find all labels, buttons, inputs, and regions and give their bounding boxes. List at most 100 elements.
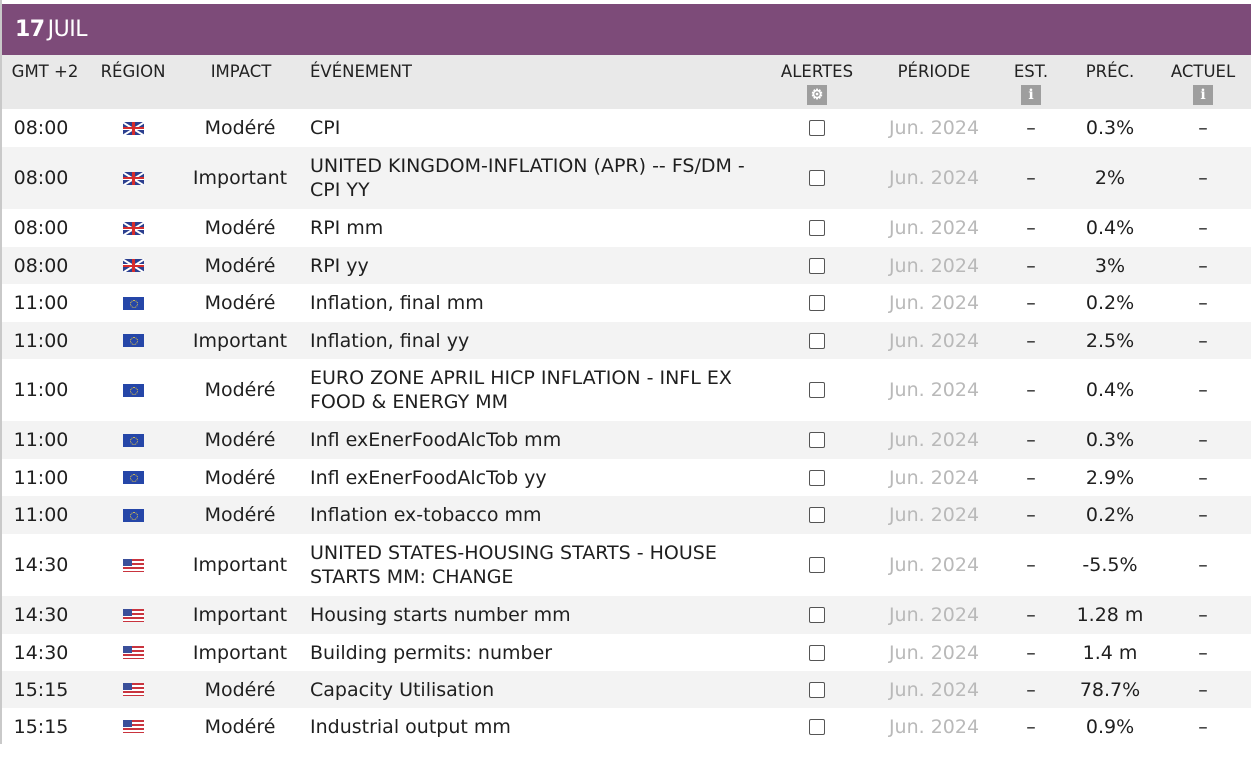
table-row[interactable]: 11:00 Modéré EURO ZONE APRIL HICP INFLATIO… [2,359,1251,421]
us-flag-icon [122,558,144,572]
alert-checkbox[interactable] [809,295,825,311]
region-cell [118,496,148,534]
table-row[interactable]: 08:00 Modéré RPI yy Jun. 2024 – 3% – [2,247,1251,284]
alert-checkbox[interactable] [809,120,825,136]
event-name-text: CPI [310,117,341,139]
table-row[interactable]: 15:15 Modéré Capacity Utilisation Jun. 2024… [2,671,1251,708]
column-header-time[interactable]: GMT +2 [12,62,79,81]
estimate: – [1026,504,1036,526]
previous-value: 0.2% [1085,292,1135,314]
eu-flag-icon [122,334,144,347]
previous-value: -5.5% [1082,554,1138,576]
column-header-actual[interactable]: ACTUEL [1171,62,1235,81]
previous-value: 0.2% [1085,504,1135,526]
estimate: – [1026,466,1036,489]
column-header-est[interactable]: EST. [1014,62,1048,81]
alert-checkbox[interactable] [809,718,825,735]
event-name[interactable]: RPI yy [310,247,760,284]
previous-value: 78.7% [1079,678,1141,701]
gear-icon[interactable]: ⚙ [807,85,827,105]
alert-checkbox[interactable] [809,432,825,448]
event-time: 11:00 [13,379,69,401]
table-row[interactable]: 11:00 Important Inflation, final yy Jun. 20… [2,322,1251,359]
column-header-period[interactable]: PÉRIODE [898,62,971,81]
alert-checkbox[interactable] [809,220,825,236]
alert-checkbox[interactable] [809,382,825,398]
column-header-prev[interactable]: PRÉC. [1086,62,1135,81]
impact-level: Modéré [204,217,276,239]
event-name[interactable]: EURO ZONE APRIL HICP INFLATION - INFL EX… [310,359,760,421]
event-name[interactable]: UNITED STATES-HOUSING STARTS - HOUSE STA… [310,534,760,596]
actual-value: – [1198,429,1208,451]
event-name[interactable]: Inflation, final yy [310,322,760,359]
alert-checkbox[interactable] [809,607,825,623]
period: Jun. 2024 [888,715,980,738]
event-time: 11:00 [13,429,69,451]
actual-value: – [1198,604,1208,626]
estimate: – [1026,329,1036,352]
alert-checkbox[interactable] [809,469,825,486]
event-name[interactable]: Capacity Utilisation [310,671,760,708]
alert-checkbox[interactable] [809,507,825,523]
event-name[interactable]: UNITED KINGDOM-INFLATION (APR) -- FS/DM … [310,147,760,209]
info-icon[interactable]: i [1021,85,1041,105]
impact-level: Important [192,604,288,626]
event-name-text: Capacity Utilisation [310,678,495,701]
period: Jun. 2024 [888,217,980,239]
estimate: – [1026,217,1036,239]
period: Jun. 2024 [888,678,980,701]
impact-level: Important [192,554,288,576]
table-row[interactable]: 14:30 Important UNITED STATES-HOUSING STAR… [2,534,1251,596]
table-row[interactable]: 11:00 Modéré Infl exEnerFoodAlcTob yy Jun. … [2,459,1251,496]
previous-value: 1.28 m [1076,604,1144,626]
event-time: 11:00 [13,292,69,314]
impact-level: Important [192,641,288,664]
actual-value: – [1198,678,1208,701]
estimate: – [1026,117,1036,139]
table-row[interactable]: 14:30 Important Housing starts number mm Ju… [2,596,1251,634]
alert-checkbox[interactable] [809,170,825,186]
event-name-text: Housing starts number mm [310,604,571,626]
region-cell [118,421,148,459]
table-row[interactable]: 11:00 Modéré Inflation, final mm Jun. 2024 –… [2,284,1251,322]
column-header-event[interactable]: ÉVÉNEMENT [310,62,412,81]
column-header-impact[interactable]: IMPACT [211,62,272,81]
period: Jun. 2024 [888,379,980,401]
alert-checkbox[interactable] [809,644,825,661]
event-name[interactable]: Housing starts number mm [310,596,760,634]
event-name[interactable]: Infl exEnerFoodAlcTob mm [310,421,760,459]
table-row[interactable]: 08:00 Important UNITED KINGDOM-INFLATION (… [2,147,1251,209]
event-name[interactable]: CPI [310,109,760,147]
table-row[interactable]: 08:00 Modéré RPI mm Jun. 2024 – 0.4% – [2,209,1251,247]
alert-checkbox[interactable] [809,557,825,573]
alert-checkbox[interactable] [809,332,825,349]
alert-checkbox[interactable] [809,257,825,274]
info-icon[interactable]: i [1193,85,1213,105]
alert-cell [802,147,832,209]
table-row[interactable]: 08:00 Modéré CPI Jun. 2024 – 0.3% – [2,109,1251,147]
event-name[interactable]: Infl exEnerFoodAlcTob yy [310,459,760,496]
previous-value: 0.4% [1085,379,1135,401]
column-header-region[interactable]: RÉGION [101,62,166,81]
impact-level: Modéré [204,504,276,526]
impact-level: Modéré [204,379,276,401]
column-header-alerts[interactable]: ALERTES [781,62,853,81]
previous-value: 2% [1094,167,1126,189]
table-row[interactable]: 11:00 Modéré Infl exEnerFoodAlcTob mm Jun. … [2,421,1251,459]
event-name[interactable]: RPI mm [310,209,760,247]
event-name[interactable]: Inflation ex-tobacco mm [310,496,760,534]
alert-checkbox[interactable] [809,681,825,698]
estimate: – [1026,429,1036,451]
table-header: GMT +2 RÉGION IMPACT ÉVÉNEMENT ALERTES ⚙… [2,55,1251,109]
table-row[interactable]: 14:30 Important Building permits: number Ju… [2,634,1251,671]
table-row[interactable]: 11:00 Modéré Inflation ex-tobacco mm Jun. 2… [2,496,1251,534]
uk-flag-icon [122,221,144,235]
eu-flag-icon [122,383,144,397]
table-row[interactable]: 15:15 Modéré Industrial output mm Jun. 2024… [2,708,1251,745]
event-name[interactable]: Industrial output mm [310,708,760,745]
alert-cell [802,459,832,496]
event-name[interactable]: Inflation, final mm [310,284,760,322]
period: Jun. 2024 [888,466,980,489]
event-name[interactable]: Building permits: number [310,634,760,671]
actual-value: – [1198,554,1208,576]
